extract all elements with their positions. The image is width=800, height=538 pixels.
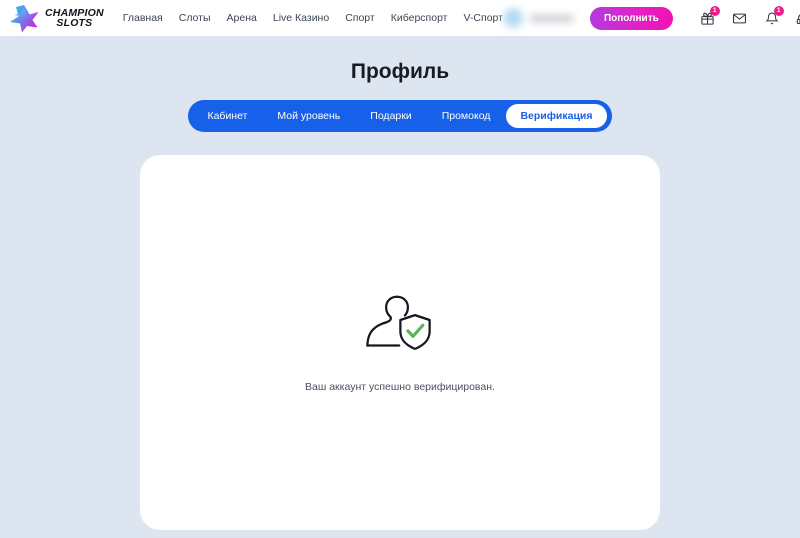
main-navigation: Главная Слоты Арена Live Казино Спорт Ки… [123,12,503,24]
tab-verification[interactable]: Верификация [506,104,607,128]
header-right-section: Пополнить 1 1 [502,6,800,30]
nav-home[interactable]: Главная [123,12,163,24]
page-title: Профиль [350,60,450,83]
logo-line-2: SLOTS [56,17,93,29]
tab-my-level[interactable]: Мой уровень [263,104,354,128]
profile-page: Профиль Кабинет Мой уровень Подарки Пром… [0,60,800,530]
tab-promocode[interactable]: Промокод [428,104,505,128]
user-account-block[interactable] [502,7,574,29]
verification-message: Ваш аккаунт успешно верифицирован. [305,381,495,393]
nav-arena[interactable]: Арена [227,12,257,24]
verification-status-icon-wrapper [364,292,436,359]
username-balance-blurred [529,14,574,22]
user-verified-shield-icon [366,295,431,350]
nav-vsport[interactable]: V-Спорт [464,12,503,24]
star-logo-icon [10,4,39,32]
logo-wordmark: CHAMPION SLOTS [45,7,104,29]
tab-kabinet[interactable]: Кабинет [193,104,261,128]
nav-sport[interactable]: Спорт [345,12,375,24]
champion-slots-logo[interactable]: CHAMPION SLOTS [9,4,104,33]
bell-icon-button[interactable]: 1 [761,6,784,30]
headset-icon [796,14,800,24]
support-icon-button[interactable] [793,6,800,30]
nav-esport[interactable]: Киберспорт [391,12,448,24]
avatar [502,7,524,29]
verification-card: Ваш аккаунт успешно верифицирован. [140,155,660,530]
gift-badge: 1 [709,6,720,16]
site-header: CHAMPION SLOTS Главная Слоты Арена Live … [0,0,800,36]
mail-icon [733,13,747,23]
gift-icon-button[interactable]: 1 [697,6,720,30]
profile-tabs: Кабинет Мой уровень Подарки Промокод Вер… [188,100,612,132]
nav-live-casino[interactable]: Live Казино [273,12,329,24]
mail-icon-button[interactable] [729,6,751,30]
profile-tabs-container: Кабинет Мой уровень Подарки Промокод Вер… [0,100,800,132]
topup-button[interactable]: Пополнить [589,6,673,30]
tab-gifts[interactable]: Подарки [356,104,425,128]
nav-slots[interactable]: Слоты [179,12,211,24]
bell-badge: 1 [773,6,784,16]
